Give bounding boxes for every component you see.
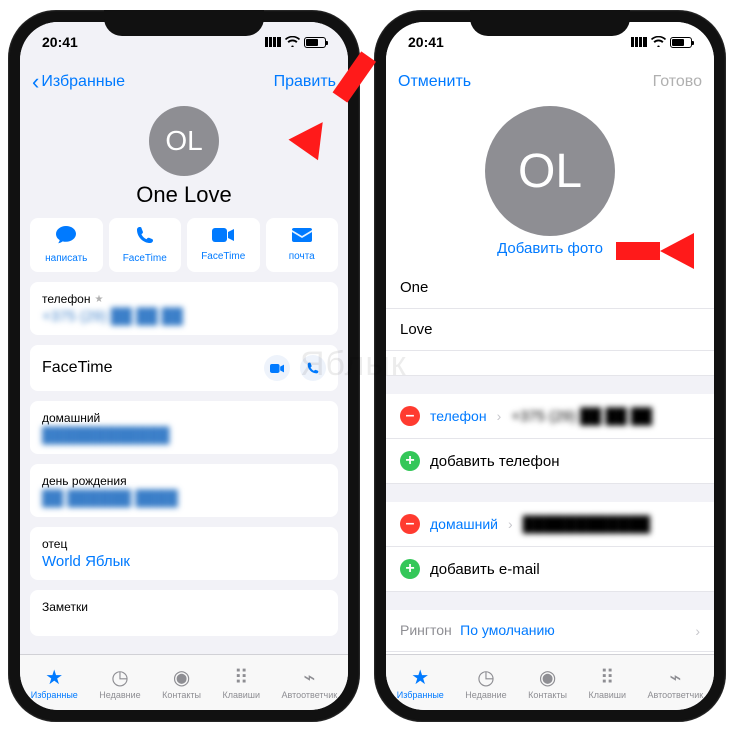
nav-bar: Отменить Готово [386,62,714,102]
action-label: написать [45,253,87,264]
add-email-row[interactable]: + добавить e-mail [386,547,714,592]
home-label: домашний [42,411,326,425]
action-label: почта [289,251,315,262]
home-card[interactable]: домашний ████████████ [30,401,338,454]
phone-left: 20:41 ‹ Избранные Править OL [8,10,360,722]
tab-favorites[interactable]: ★Избранные [31,668,78,700]
birthday-value: ██ ██████ ████ [42,490,326,507]
tab-favorites[interactable]: ★Избранные [397,668,444,700]
battery-icon [670,37,692,48]
tab-keypad[interactable]: ⠿Клавиши [222,668,260,700]
remove-icon[interactable]: – [400,406,420,426]
ringtone-row[interactable]: Рингтон По умолчанию › [386,592,714,652]
edit-button[interactable]: Править [274,73,336,91]
action-row: написать FaceTime FaceTime [20,218,348,282]
person-icon: ◉ [539,668,556,688]
avatar[interactable]: OL [485,106,615,236]
chevron-right-icon: › [695,623,700,639]
tab-voicemail[interactable]: ⌁Автоответчик [281,668,337,700]
tab-recents[interactable]: ◷Недавние [99,668,140,700]
wifi-icon [285,34,300,50]
signal-icon [265,37,281,47]
phone-icon [136,226,154,249]
cancel-label: Отменить [398,73,471,91]
keypad-icon: ⠿ [234,668,249,688]
signal-icon [631,37,647,47]
facetime-label: FaceTime [42,359,113,377]
annotation-arrow [660,233,694,269]
clock-icon: ◷ [477,668,494,688]
done-button[interactable]: Готово [653,73,702,91]
message-button[interactable]: написать [30,218,103,272]
star-icon: ★ [411,668,429,688]
notes-card[interactable]: Заметки [30,590,338,636]
voicemail-icon: ⌁ [303,668,315,688]
chevron-right-icon: › [508,516,513,532]
last-name-field[interactable]: Love [386,309,714,351]
avatar[interactable]: OL [149,106,219,176]
message-icon [56,226,76,249]
father-value: World Яблык [42,553,326,570]
home-value: ████████████ [42,427,326,444]
notes-label: Заметки [42,600,326,614]
contact-hero: OL One Love [20,102,348,218]
back-label: Избранные [41,73,125,91]
remove-icon[interactable]: – [400,514,420,534]
star-icon: ★ [45,668,63,688]
facetime-video-button[interactable]: FaceTime [187,218,260,272]
first-name-field[interactable]: One [386,267,714,309]
phone-card[interactable]: телефон ★ +375 (29) ██ ██ ██ [30,282,338,335]
status-time: 20:41 [42,34,78,50]
battery-icon [304,37,326,48]
facetime-audio-icon[interactable] [300,355,326,381]
add-phone-row[interactable]: + добавить телефон [386,439,714,484]
phone-right: 20:41 Отменить Готово OL Добавить фото [374,10,726,722]
back-button[interactable]: ‹ Избранные [32,71,125,93]
phone-value: +375 (29) ██ ██ ██ [511,408,652,425]
person-icon: ◉ [173,668,190,688]
father-label: отец [42,537,326,551]
add-icon[interactable]: + [400,559,420,579]
add-icon[interactable]: + [400,451,420,471]
phone-row[interactable]: – телефон › +375 (29) ██ ██ ██ [386,376,714,439]
action-label: FaceTime [201,251,245,262]
star-icon: ★ [95,294,104,305]
home-value: ████████████ [523,516,651,533]
status-indicators [631,34,692,50]
wifi-icon [651,34,666,50]
tab-contacts[interactable]: ◉Контакты [528,668,567,700]
clock-icon: ◷ [111,668,128,688]
contact-name: One Love [20,182,348,208]
facetime-video-icon[interactable] [264,355,290,381]
tab-voicemail[interactable]: ⌁Автоответчик [647,668,703,700]
mail-icon [292,226,312,247]
status-time: 20:41 [408,34,444,50]
phone-label: телефон [42,292,91,306]
father-card[interactable]: отец World Яблык [30,527,338,580]
phone-value: +375 (29) ██ ██ ██ [42,308,326,325]
nav-bar: ‹ Избранные Править [20,62,348,102]
birthday-card[interactable]: день рождения ██ ██████ ████ [30,464,338,517]
home-row[interactable]: – домашний › ████████████ [386,484,714,547]
tab-bar: ★Избранные ◷Недавние ◉Контакты ⠿Клавиши … [386,654,714,710]
video-icon [212,226,234,247]
action-label: FaceTime [123,253,167,264]
tab-keypad[interactable]: ⠿Клавиши [588,668,626,700]
facetime-audio-button[interactable]: FaceTime [109,218,182,272]
chevron-right-icon: › [497,408,502,424]
status-indicators [265,34,326,50]
tab-contacts[interactable]: ◉Контакты [162,668,201,700]
cancel-button[interactable]: Отменить [398,73,471,91]
tab-recents[interactable]: ◷Недавние [465,668,506,700]
tab-bar: ★Избранные ◷Недавние ◉Контакты ⠿Клавиши … [20,654,348,710]
notch [470,10,630,36]
notch [104,10,264,36]
birthday-label: день рождения [42,474,326,488]
facetime-card: FaceTime [30,345,338,391]
mail-button[interactable]: почта [266,218,339,272]
chevron-left-icon: ‹ [32,71,39,93]
keypad-icon: ⠿ [600,668,615,688]
company-field[interactable] [386,351,714,376]
voicemail-icon: ⌁ [669,668,681,688]
